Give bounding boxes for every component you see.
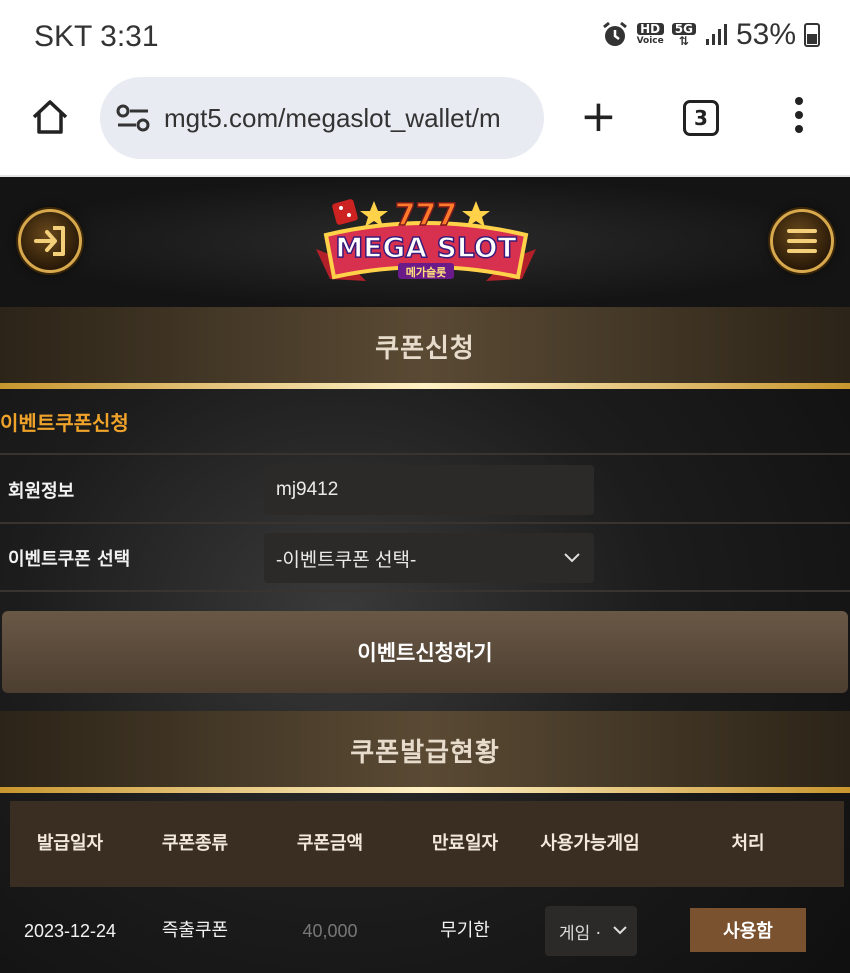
coupon-select-value: -이벤트쿠폰 선택- xyxy=(276,549,417,571)
header-coupon-amount: 쿠폰금액 xyxy=(296,833,364,854)
game-select[interactable]: 게임 · xyxy=(545,906,637,956)
event-section-label: 이벤트쿠폰신청 xyxy=(0,411,129,435)
gold-divider xyxy=(0,787,850,793)
cell-amount: 40,000 xyxy=(302,921,358,941)
more-menu-icon[interactable] xyxy=(795,97,805,133)
new-tab-icon[interactable]: + xyxy=(580,95,617,139)
status-bar: SKT 3:31 HD Voice 5G ⇅ 53% xyxy=(0,0,850,75)
logo-text: MEGA SLOT xyxy=(335,231,516,264)
header-available-game: 사용가능게임 xyxy=(540,833,640,854)
battery-percent: 53% xyxy=(735,18,796,51)
chevron-down-icon xyxy=(613,926,627,935)
member-info-label: 회원정보 xyxy=(8,481,75,502)
battery-icon xyxy=(804,23,820,47)
coupon-table-header: 발급일자 쿠폰종류 쿠폰금액 만료일자 사용가능게임 처리 xyxy=(10,801,844,887)
signal-icon xyxy=(705,24,727,45)
divider xyxy=(0,590,850,592)
url-text: mgt5.com/megaslot_wallet/m xyxy=(164,102,501,133)
member-info-value: mj9412 xyxy=(276,479,339,500)
use-coupon-button[interactable]: 사용함 xyxy=(690,908,806,952)
member-info-field[interactable]: mj9412 xyxy=(264,465,594,515)
chevron-down-icon xyxy=(564,553,580,563)
coupon-apply-title-bar: 쿠폰신청 xyxy=(0,307,850,385)
site-content: 777 MEGA SLOT 메가슬롯 쿠폰신청 이벤트쿠폰신청 회원정보 mj9… xyxy=(0,177,850,973)
header-expiry: 만료일자 xyxy=(431,833,499,854)
cell-expiry: 무기한 xyxy=(440,920,490,941)
site-settings-icon[interactable] xyxy=(116,103,150,133)
login-icon xyxy=(34,226,65,256)
svg-text:777: 777 xyxy=(395,198,458,233)
game-select-value: 게임 · xyxy=(559,923,602,944)
event-apply-button[interactable]: 이벤트신청하기 xyxy=(2,611,848,693)
coupon-select[interactable]: -이벤트쿠폰 선택- xyxy=(264,533,594,583)
5g-icon: 5G ⇅ xyxy=(671,23,696,47)
divider xyxy=(0,522,850,524)
header-action: 처리 xyxy=(731,833,765,854)
megaslot-logo[interactable]: 777 MEGA SLOT 메가슬롯 xyxy=(306,191,546,299)
header-issued-date: 발급일자 xyxy=(36,833,104,854)
alarm-icon xyxy=(602,21,627,46)
hd-voice-icon: HD Voice xyxy=(636,22,664,46)
cell-coupon-type: 즉출쿠폰 xyxy=(161,920,229,941)
divider xyxy=(0,453,850,455)
cell-issued-date: 2023-12-24 xyxy=(23,921,117,941)
address-bar[interactable]: mgt5.com/megaslot_wallet/m xyxy=(100,77,544,159)
gold-divider xyxy=(0,383,850,389)
hamburger-icon xyxy=(787,229,817,253)
carrier-time: SKT 3:31 xyxy=(34,20,159,53)
status-icons: HD Voice 5G ⇅ 53% xyxy=(601,18,820,52)
issue-status-title-bar: 쿠폰발급현황 xyxy=(0,711,850,789)
header-coupon-type: 쿠폰종류 xyxy=(161,833,229,854)
site-header: 777 MEGA SLOT 메가슬롯 xyxy=(0,177,850,307)
tab-switcher-button[interactable]: 3 xyxy=(683,100,719,136)
home-icon[interactable] xyxy=(30,97,70,137)
logo-subtext: 메가슬롯 xyxy=(406,265,446,279)
login-button[interactable] xyxy=(18,209,82,273)
issue-status-title: 쿠폰발급현황 xyxy=(350,737,500,768)
menu-button[interactable] xyxy=(770,209,834,273)
coupon-apply-title: 쿠폰신청 xyxy=(375,333,475,364)
coupon-select-label: 이벤트쿠폰 선택 xyxy=(8,549,131,570)
browser-toolbar: mgt5.com/megaslot_wallet/m + 3 xyxy=(0,75,850,177)
